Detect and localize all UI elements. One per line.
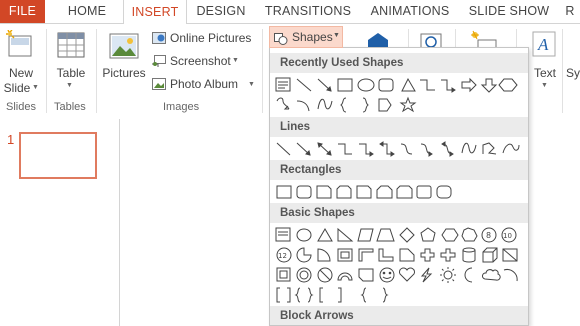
- screenshot-button[interactable]: Screenshot: [152, 54, 231, 68]
- symbols-button-label[interactable]: Sy: [566, 66, 580, 80]
- photo-album-button[interactable]: Photo Album: [152, 77, 238, 91]
- recent-shapes-row-2[interactable]: [275, 95, 525, 115]
- text-button-label[interactable]: Text: [530, 66, 560, 80]
- tab-insert[interactable]: INSERT: [123, 0, 187, 24]
- shapes-button[interactable]: Shapes ▼: [269, 26, 343, 48]
- new-slide-label-2[interactable]: Slide: [2, 81, 32, 95]
- new-slide-label-1[interactable]: New: [4, 66, 38, 80]
- group-label-images: Images: [163, 101, 200, 113]
- shapes-icon: [274, 31, 288, 51]
- table-dropdown-icon[interactable]: ▼: [66, 82, 73, 89]
- basic-shapes-row-3[interactable]: [275, 265, 525, 285]
- table-icon[interactable]: [57, 32, 85, 63]
- table-button-label[interactable]: Table: [53, 66, 89, 80]
- screenshot-dropdown-icon[interactable]: ▼: [232, 57, 239, 64]
- tab-home[interactable]: HOME: [58, 0, 116, 23]
- slide-thumbnail-pane: 1: [0, 119, 120, 326]
- rectangles-shapes-row[interactable]: [275, 182, 525, 202]
- group-label-tables: Tables: [54, 101, 86, 113]
- svg-text:A: A: [537, 35, 549, 54]
- screenshot-label: Screenshot: [170, 54, 231, 68]
- new-slide-icon[interactable]: [6, 29, 34, 65]
- online-pictures-button[interactable]: Online Pictures: [152, 31, 251, 45]
- svg-text:12: 12: [278, 252, 287, 260]
- section-header-recent: Recently Used Shapes: [270, 53, 528, 73]
- ribbon-tab-bar: FILE HOME INSERT DESIGN TRANSITIONS ANIM…: [0, 0, 580, 24]
- online-pictures-icon: [152, 32, 166, 44]
- section-header-basic-shapes: Basic Shapes: [270, 203, 528, 223]
- basic-shapes-row-1[interactable]: 8 10: [275, 225, 525, 245]
- lines-shapes-row[interactable]: [275, 139, 525, 159]
- shapes-dropdown-icon: ▼: [333, 32, 340, 39]
- group-separator: [562, 29, 563, 113]
- section-header-lines: Lines: [270, 117, 528, 137]
- online-pictures-label: Online Pictures: [170, 31, 252, 45]
- group-label-slides: Slides: [6, 101, 36, 113]
- pictures-button-label[interactable]: Pictures: [100, 66, 148, 80]
- text-icon[interactable]: A: [532, 31, 556, 62]
- section-header-block-arrows: Block Arrows: [270, 306, 528, 325]
- tab-animations[interactable]: ANIMATIONS: [362, 0, 458, 23]
- photo-album-dropdown-icon[interactable]: ▼: [248, 81, 255, 88]
- slide-thumbnail[interactable]: [19, 132, 97, 179]
- tab-review[interactable]: R: [560, 0, 580, 23]
- shapes-button-label: Shapes: [292, 30, 333, 44]
- pictures-icon[interactable]: [108, 30, 140, 67]
- group-separator: [46, 29, 47, 113]
- tab-slide-show[interactable]: SLIDE SHOW: [466, 0, 552, 23]
- tab-design[interactable]: DESIGN: [190, 0, 252, 23]
- group-separator: [96, 29, 97, 113]
- photo-album-icon: [152, 78, 166, 90]
- group-separator: [262, 29, 263, 113]
- text-dropdown-icon[interactable]: ▼: [541, 82, 548, 89]
- tab-file[interactable]: FILE: [0, 0, 45, 23]
- new-slide-dropdown-icon[interactable]: ▼: [32, 84, 39, 91]
- slide-number: 1: [7, 132, 15, 147]
- svg-text:8: 8: [486, 231, 491, 240]
- shapes-gallery-menu: Recently Used Shapes Lines Rectangles Ba…: [269, 47, 529, 326]
- section-header-rectangles: Rectangles: [270, 160, 528, 180]
- tab-transitions[interactable]: TRANSITIONS: [262, 0, 354, 23]
- basic-shapes-row-4[interactable]: [275, 285, 525, 305]
- recent-shapes-row-1[interactable]: [275, 75, 525, 95]
- screenshot-icon: [152, 55, 166, 67]
- basic-shapes-row-2[interactable]: 12: [275, 245, 525, 265]
- svg-text:10: 10: [503, 232, 512, 240]
- photo-album-label: Photo Album: [170, 77, 239, 91]
